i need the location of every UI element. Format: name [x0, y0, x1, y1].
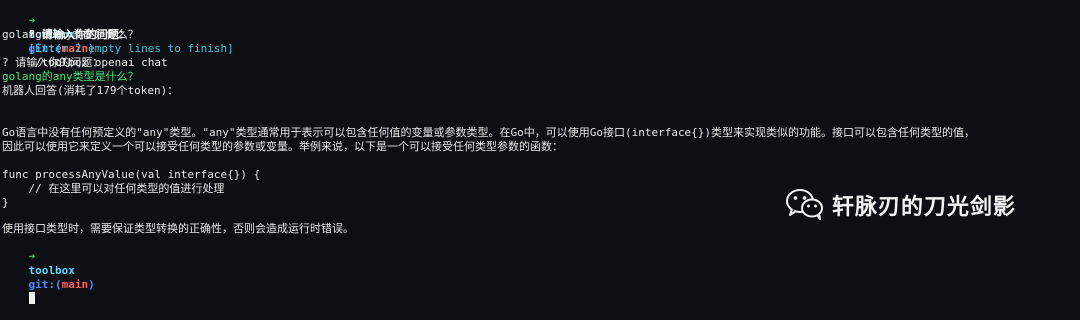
prompt-git-close: )	[88, 278, 95, 291]
prompt-git-label: git:(	[28, 278, 62, 291]
final-prompt-line[interactable]: ➜ toolbox git:(main)	[2, 236, 95, 304]
prompt-branch: main	[61, 278, 89, 291]
robot-reply-header: 机器人回答(消耗了179个token)：	[2, 84, 179, 97]
command-line: ➜ toolbox git:(main) ./toolbox openai ch…	[2, 0, 168, 69]
question-prompt-1: ? 请输入你的问题： [Enter 2 empty lines to finis…	[2, 14, 234, 55]
user-input-1: golang的any类型是什么？	[2, 28, 139, 41]
prompt-directory: toolbox	[28, 264, 75, 277]
finish-hint: [Enter 2 empty lines to finish]	[28, 42, 234, 55]
answer-paragraph-1-line-2: 因此可以使用它来定义一个可以接受任何类型的参数或变量。举例来说，以下是一个可以接…	[2, 140, 563, 153]
question-label-2: ? 请输入你的问题：	[2, 56, 104, 69]
code-line-3: }	[2, 196, 9, 209]
user-input-2: golang的any类型是什么？	[2, 70, 139, 83]
wechat-icon	[786, 188, 824, 223]
answer-paragraph-1-line-1: Go语言中没有任何预定义的"any"类型。"any"类型通常用于表示可以包含任何…	[2, 126, 976, 139]
watermark-text: 轩脉刃的刀光剑影	[832, 195, 1017, 220]
code-line-1: func processAnyValue(val interface{}) {	[2, 168, 261, 181]
watermark: 轩脉刃的刀光剑影	[786, 188, 1016, 222]
terminal-window[interactable]: ➜ toolbox git:(main) ./toolbox openai ch…	[0, 0, 1080, 304]
answer-paragraph-2: 使用接口类型时，需要保证类型转换的正确性，否则会造成运行时错误。	[2, 222, 354, 235]
code-line-2: // 在这里可以对任何类型的值进行处理	[2, 182, 225, 195]
text-cursor	[28, 292, 35, 304]
